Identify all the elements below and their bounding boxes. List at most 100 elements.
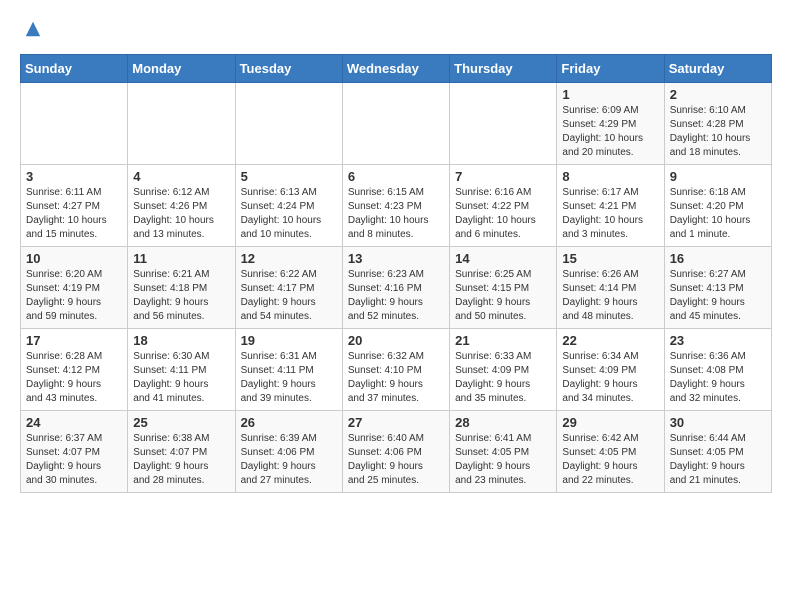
cell-info: Sunrise: 6:34 AM Sunset: 4:09 PM Dayligh… — [562, 350, 658, 406]
cell-info: Sunrise: 6:32 AM Sunset: 4:10 PM Dayligh… — [348, 350, 444, 406]
day-number: 24 — [26, 415, 122, 430]
calendar-cell: 26 Sunrise: 6:39 AM Sunset: 4:06 PM Dayli… — [235, 411, 342, 493]
calendar-cell: 13Sunrise: 6:23 AM Sunset: 4:16 PM Dayli… — [342, 247, 449, 329]
day-number: 15 — [562, 251, 658, 266]
cell-info: Sunrise: 6:37 AM Sunset: 4:07 PM Dayligh… — [26, 432, 122, 488]
calendar-cell — [21, 83, 128, 165]
cell-info: Sunrise: 6:30 AM Sunset: 4:11 PM Dayligh… — [133, 350, 229, 406]
calendar-cell: 7 Sunrise: 6:16 AM Sunset: 4:22 PM Daylig… — [450, 165, 557, 247]
cell-info: Sunrise: 6:25 AM Sunset: 4:15 PM Dayligh… — [455, 268, 551, 324]
cell-info: Sunrise: 6:09 AM Sunset: 4:29 PM Dayligh… — [562, 104, 658, 160]
day-number: 19 — [241, 333, 337, 348]
calendar-cell: 17 Sunrise: 6:28 AM Sunset: 4:12 PM Dayli… — [21, 329, 128, 411]
weekday-header-sunday: Sunday — [21, 55, 128, 83]
calendar-cell: 14 Sunrise: 6:25 AM Sunset: 4:15 PM Dayli… — [450, 247, 557, 329]
cell-info: Sunrise: 6:31 AM Sunset: 4:11 PM Dayligh… — [241, 350, 337, 406]
weekday-header-wednesday: Wednesday — [342, 55, 449, 83]
cell-info: Sunrise: 6:33 AM Sunset: 4:09 PM Dayligh… — [455, 350, 551, 406]
calendar-cell: 3Sunrise: 6:11 AM Sunset: 4:27 PM Daylig… — [21, 165, 128, 247]
cell-info: Sunrise: 6:18 AM Sunset: 4:20 PM Dayligh… — [670, 186, 766, 242]
day-number: 23 — [670, 333, 766, 348]
week-row-5: 24 Sunrise: 6:37 AM Sunset: 4:07 PM Dayli… — [21, 411, 772, 493]
day-number: 22 — [562, 333, 658, 348]
calendar-cell: 20 Sunrise: 6:32 AM Sunset: 4:10 PM Dayli… — [342, 329, 449, 411]
cell-info: Sunrise: 6:26 AM Sunset: 4:14 PM Dayligh… — [562, 268, 658, 324]
day-number: 28 — [455, 415, 551, 430]
cell-info: Sunrise: 6:40 AM Sunset: 4:06 PM Dayligh… — [348, 432, 444, 488]
calendar-cell: 15 Sunrise: 6:26 AM Sunset: 4:14 PM Dayli… — [557, 247, 664, 329]
calendar-cell: 16 Sunrise: 6:27 AM Sunset: 4:13 PM Dayli… — [664, 247, 771, 329]
weekday-header-tuesday: Tuesday — [235, 55, 342, 83]
day-number: 7 — [455, 169, 551, 184]
calendar-cell: 21 Sunrise: 6:33 AM Sunset: 4:09 PM Dayli… — [450, 329, 557, 411]
calendar-cell: 24 Sunrise: 6:37 AM Sunset: 4:07 PM Dayli… — [21, 411, 128, 493]
calendar-cell: 27Sunrise: 6:40 AM Sunset: 4:06 PM Dayli… — [342, 411, 449, 493]
cell-info: Sunrise: 6:28 AM Sunset: 4:12 PM Dayligh… — [26, 350, 122, 406]
calendar-cell: 11 Sunrise: 6:21 AM Sunset: 4:18 PM Dayli… — [128, 247, 235, 329]
calendar-cell: 25 Sunrise: 6:38 AM Sunset: 4:07 PM Dayli… — [128, 411, 235, 493]
cell-info: Sunrise: 6:22 AM Sunset: 4:17 PM Dayligh… — [241, 268, 337, 324]
day-number: 16 — [670, 251, 766, 266]
cell-info: Sunrise: 6:15 AM Sunset: 4:23 PM Dayligh… — [348, 186, 444, 242]
cell-info: Sunrise: 6:13 AM Sunset: 4:24 PM Dayligh… — [241, 186, 337, 242]
calendar-cell: 4Sunrise: 6:12 AM Sunset: 4:26 PM Daylig… — [128, 165, 235, 247]
weekday-header-thursday: Thursday — [450, 55, 557, 83]
cell-info: Sunrise: 6:20 AM Sunset: 4:19 PM Dayligh… — [26, 268, 122, 324]
day-number: 6 — [348, 169, 444, 184]
week-row-1: 1Sunrise: 6:09 AM Sunset: 4:29 PM Daylig… — [21, 83, 772, 165]
calendar-cell: 18 Sunrise: 6:30 AM Sunset: 4:11 PM Dayli… — [128, 329, 235, 411]
calendar-cell: 23Sunrise: 6:36 AM Sunset: 4:08 PM Dayli… — [664, 329, 771, 411]
logo-icon — [24, 20, 42, 38]
cell-info: Sunrise: 6:17 AM Sunset: 4:21 PM Dayligh… — [562, 186, 658, 242]
calendar-cell — [235, 83, 342, 165]
calendar-cell: 19 Sunrise: 6:31 AM Sunset: 4:11 PM Dayli… — [235, 329, 342, 411]
cell-info: Sunrise: 6:42 AM Sunset: 4:05 PM Dayligh… — [562, 432, 658, 488]
weekday-header-friday: Friday — [557, 55, 664, 83]
header — [20, 20, 772, 38]
weekday-header-monday: Monday — [128, 55, 235, 83]
calendar-cell: 30 Sunrise: 6:44 AM Sunset: 4:05 PM Dayli… — [664, 411, 771, 493]
week-row-3: 10Sunrise: 6:20 AM Sunset: 4:19 PM Dayli… — [21, 247, 772, 329]
calendar-cell: 8Sunrise: 6:17 AM Sunset: 4:21 PM Daylig… — [557, 165, 664, 247]
logo-area — [20, 20, 44, 38]
day-number: 30 — [670, 415, 766, 430]
logo — [20, 20, 44, 38]
day-number: 3 — [26, 169, 122, 184]
calendar-cell: 5Sunrise: 6:13 AM Sunset: 4:24 PM Daylig… — [235, 165, 342, 247]
cell-info: Sunrise: 6:39 AM Sunset: 4:06 PM Dayligh… — [241, 432, 337, 488]
cell-info: Sunrise: 6:27 AM Sunset: 4:13 PM Dayligh… — [670, 268, 766, 324]
day-number: 11 — [133, 251, 229, 266]
page: SundayMondayTuesdayWednesdayThursdayFrid… — [0, 0, 792, 503]
day-number: 17 — [26, 333, 122, 348]
day-number: 21 — [455, 333, 551, 348]
calendar-cell: 22 Sunrise: 6:34 AM Sunset: 4:09 PM Dayli… — [557, 329, 664, 411]
day-number: 18 — [133, 333, 229, 348]
cell-info: Sunrise: 6:38 AM Sunset: 4:07 PM Dayligh… — [133, 432, 229, 488]
calendar-cell: 2Sunrise: 6:10 AM Sunset: 4:28 PM Daylig… — [664, 83, 771, 165]
day-number: 26 — [241, 415, 337, 430]
cell-info: Sunrise: 6:21 AM Sunset: 4:18 PM Dayligh… — [133, 268, 229, 324]
day-number: 9 — [670, 169, 766, 184]
calendar-cell: 9 Sunrise: 6:18 AM Sunset: 4:20 PM Daylig… — [664, 165, 771, 247]
calendar-cell: 29 Sunrise: 6:42 AM Sunset: 4:05 PM Dayli… — [557, 411, 664, 493]
calendar-cell: 6 Sunrise: 6:15 AM Sunset: 4:23 PM Daylig… — [342, 165, 449, 247]
day-number: 2 — [670, 87, 766, 102]
weekday-row: SundayMondayTuesdayWednesdayThursdayFrid… — [21, 55, 772, 83]
day-number: 14 — [455, 251, 551, 266]
calendar-cell: 1Sunrise: 6:09 AM Sunset: 4:29 PM Daylig… — [557, 83, 664, 165]
day-number: 20 — [348, 333, 444, 348]
week-row-4: 17 Sunrise: 6:28 AM Sunset: 4:12 PM Dayli… — [21, 329, 772, 411]
cell-info: Sunrise: 6:12 AM Sunset: 4:26 PM Dayligh… — [133, 186, 229, 242]
cell-info: Sunrise: 6:16 AM Sunset: 4:22 PM Dayligh… — [455, 186, 551, 242]
calendar-cell: 10Sunrise: 6:20 AM Sunset: 4:19 PM Dayli… — [21, 247, 128, 329]
cell-info: Sunrise: 6:44 AM Sunset: 4:05 PM Dayligh… — [670, 432, 766, 488]
cell-info: Sunrise: 6:23 AM Sunset: 4:16 PM Dayligh… — [348, 268, 444, 324]
calendar-cell — [450, 83, 557, 165]
weekday-header-saturday: Saturday — [664, 55, 771, 83]
day-number: 25 — [133, 415, 229, 430]
calendar-cell: 28Sunrise: 6:41 AM Sunset: 4:05 PM Dayli… — [450, 411, 557, 493]
week-row-2: 3Sunrise: 6:11 AM Sunset: 4:27 PM Daylig… — [21, 165, 772, 247]
day-number: 12 — [241, 251, 337, 266]
calendar-body: 1Sunrise: 6:09 AM Sunset: 4:29 PM Daylig… — [21, 83, 772, 493]
day-number: 29 — [562, 415, 658, 430]
